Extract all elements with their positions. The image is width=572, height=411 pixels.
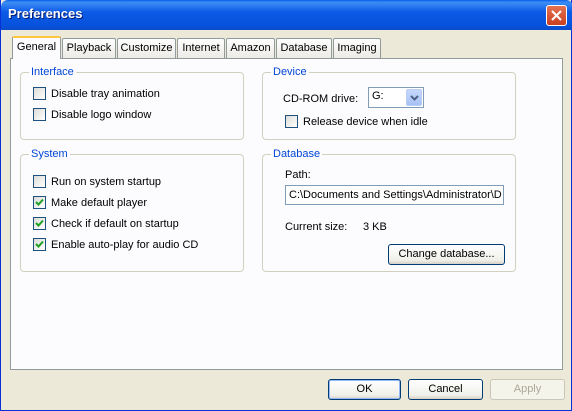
close-button[interactable] bbox=[546, 5, 567, 26]
checkbox-box[interactable] bbox=[33, 217, 46, 230]
tab-label: Amazon bbox=[230, 42, 271, 54]
checkbox-box[interactable] bbox=[33, 108, 46, 121]
tab-label: Internet bbox=[182, 42, 220, 54]
checkbox-box[interactable] bbox=[33, 196, 46, 209]
chevron-down-icon bbox=[410, 95, 419, 101]
disable-tray-animation-checkbox[interactable]: Disable tray animation bbox=[33, 87, 160, 100]
system-group-title: System bbox=[29, 148, 70, 160]
checkmark-icon bbox=[35, 240, 44, 248]
checkbox-label: Enable auto-play for audio CD bbox=[51, 238, 199, 251]
system-group: System Run on system startup Make defaul… bbox=[20, 148, 244, 272]
device-group-title: Device bbox=[271, 66, 309, 78]
ok-button[interactable]: OK bbox=[328, 379, 401, 400]
window-title: Preferences bbox=[8, 6, 83, 21]
tab-playback[interactable]: Playback bbox=[62, 38, 116, 58]
checkbox-label: Disable tray animation bbox=[51, 87, 160, 100]
checkbox-label: Run on system startup bbox=[51, 175, 162, 188]
cancel-button[interactable]: Cancel bbox=[408, 379, 483, 400]
tab-imaging[interactable]: Imaging bbox=[333, 38, 381, 58]
checkmark-icon bbox=[35, 198, 44, 206]
path-label: Path: bbox=[285, 169, 311, 181]
interface-group-title: Interface bbox=[29, 66, 76, 78]
apply-button[interactable]: Apply bbox=[490, 379, 565, 400]
tab-label: Imaging bbox=[337, 42, 377, 54]
current-size-value: 3 KB bbox=[363, 221, 387, 233]
current-size-label: Current size: bbox=[285, 221, 348, 233]
device-group: Device CD-ROM drive: G: Release device w… bbox=[262, 66, 516, 140]
release-device-checkbox[interactable]: Release device when idle bbox=[285, 115, 428, 128]
tab-internet[interactable]: Internet bbox=[177, 38, 225, 58]
cdrom-drive-value: G: bbox=[372, 90, 384, 102]
checkbox-label: Make default player bbox=[51, 196, 147, 209]
checkbox-label: Release device when idle bbox=[303, 115, 428, 128]
enable-autoplay-checkbox[interactable]: Enable auto-play for audio CD bbox=[33, 238, 198, 251]
title-bar[interactable]: Preferences bbox=[1, 0, 572, 30]
database-group: Database Path: C:\Documents and Settings… bbox=[262, 148, 516, 272]
dropdown-button[interactable] bbox=[406, 89, 422, 106]
tab-customize[interactable]: Customize bbox=[117, 38, 176, 58]
tab-general[interactable]: General bbox=[12, 36, 61, 59]
make-default-player-checkbox[interactable]: Make default player bbox=[33, 196, 147, 209]
tab-label: Customize bbox=[120, 42, 173, 54]
checkbox-label: Check if default on startup bbox=[51, 217, 179, 230]
checkbox-box[interactable] bbox=[33, 175, 46, 188]
tab-database[interactable]: Database bbox=[276, 38, 332, 58]
change-database-button[interactable]: Change database... bbox=[388, 244, 505, 265]
cdrom-drive-label: CD-ROM drive: bbox=[283, 93, 359, 105]
cdrom-drive-select[interactable]: G: bbox=[368, 87, 424, 108]
checkbox-box[interactable] bbox=[285, 115, 298, 128]
interface-group: Interface Disable tray animation Disable… bbox=[20, 66, 244, 140]
preferences-window: Preferences General Playback Customize I… bbox=[0, 0, 572, 411]
checkbox-box[interactable] bbox=[33, 238, 46, 251]
checkmark-icon bbox=[35, 219, 44, 227]
disable-logo-window-checkbox[interactable]: Disable logo window bbox=[33, 108, 151, 121]
run-on-startup-checkbox[interactable]: Run on system startup bbox=[33, 175, 161, 188]
tab-label: Playback bbox=[66, 42, 112, 54]
database-path-input[interactable]: C:\Documents and Settings\Administrator\… bbox=[285, 185, 504, 205]
tab-label: General bbox=[16, 41, 57, 53]
check-default-on-startup-checkbox[interactable]: Check if default on startup bbox=[33, 217, 179, 230]
close-icon bbox=[551, 10, 562, 21]
tab-panel-general: Interface Disable tray animation Disable… bbox=[10, 58, 563, 370]
tab-amazon[interactable]: Amazon bbox=[226, 38, 275, 58]
database-group-title: Database bbox=[271, 148, 323, 160]
tab-label: Database bbox=[280, 42, 328, 54]
checkbox-label: Disable logo window bbox=[51, 108, 152, 121]
checkbox-box[interactable] bbox=[33, 87, 46, 100]
